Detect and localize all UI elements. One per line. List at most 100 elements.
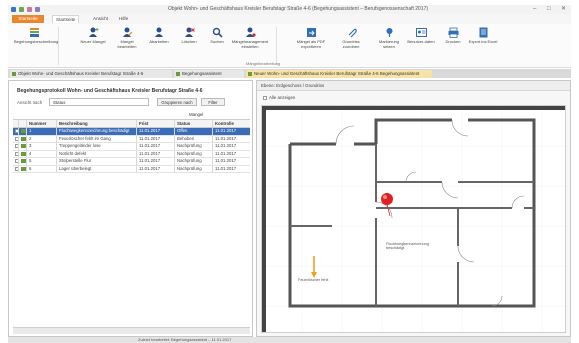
user-data-icon bbox=[415, 28, 427, 37]
tab-ansicht[interactable]: Ansicht bbox=[90, 15, 111, 23]
column-header-beschreibung[interactable]: Beschreibung bbox=[57, 120, 137, 127]
row-status-icon bbox=[19, 143, 27, 150]
checkbox-icon[interactable] bbox=[263, 96, 267, 101]
tab-hilfe[interactable]: Hilfe bbox=[116, 15, 131, 23]
user-data-button[interactable]: Benutzer-daten bbox=[406, 27, 436, 59]
export-pdf-button[interactable]: Mängel als PDF exportieren bbox=[294, 27, 328, 59]
group-by-button[interactable]: Gruppieren nach bbox=[157, 98, 197, 106]
cell-nummer: 4 bbox=[27, 150, 57, 157]
table-row[interactable]: 2 Feuerlöscher fehlt im Gang 11.01.2017 Beh… bbox=[13, 135, 250, 143]
column-header-kontrolle[interactable]: Kontrolle bbox=[213, 120, 250, 127]
minimize-button[interactable]: – bbox=[533, 6, 536, 13]
column-header-status[interactable]: Status bbox=[175, 120, 213, 127]
mangel-list-panel: Begehungsprotokoll Wohn- und Geschäftsha… bbox=[8, 80, 253, 337]
export-icon bbox=[306, 28, 316, 37]
maximize-button[interactable]: □ bbox=[547, 6, 551, 13]
redo-icon[interactable] bbox=[35, 7, 40, 12]
user-add-icon bbox=[88, 27, 98, 37]
table-group-header: Mangel bbox=[189, 112, 204, 117]
cell-frist: 11.01.2017 bbox=[137, 135, 175, 142]
cell-frist: 11.01.2017 bbox=[137, 143, 175, 150]
excel-icon bbox=[479, 27, 487, 38]
title-bar: Objekt Wohn- und Geschäftshaus Kreisler … bbox=[8, 5, 571, 14]
close-button[interactable]: ✕ bbox=[561, 6, 566, 13]
mangel-settings-button[interactable]: Mängelmanagement einstellen bbox=[230, 27, 270, 59]
row-status-icon bbox=[19, 158, 27, 165]
report-icon bbox=[29, 28, 39, 37]
panel-title: Begehungsprotokoll Wohn- und Geschäftsha… bbox=[17, 88, 203, 94]
abarbeiten-button[interactable]: Abarbeiten bbox=[144, 27, 174, 59]
new-mangel-button[interactable]: Neuer Mangel bbox=[78, 27, 108, 59]
document-tabs: Objekt Wohn- und Geschäftshaus Kreisler … bbox=[8, 69, 571, 78]
filter-label: Ansicht nach bbox=[17, 100, 43, 105]
plan-toolbar-text: Ebene: Erdgeschoss / Grundriss bbox=[261, 83, 325, 88]
cell-kontrolle: 11.01.2017 bbox=[215, 128, 237, 133]
status-text: Zuletzt bearbeitet: Begehungsassistent –… bbox=[138, 337, 232, 342]
cell-frist: 11.01.2017 bbox=[137, 158, 175, 165]
column-header-nummer[interactable]: Nummer bbox=[27, 120, 57, 127]
document-icon bbox=[248, 72, 252, 76]
delete-button[interactable]: Löschen bbox=[174, 27, 204, 59]
table-row[interactable]: 5 Stolperstelle Flur 11.01.2017 Nachprüfung… bbox=[13, 158, 250, 166]
row-status-icon bbox=[19, 135, 27, 142]
cell-kontrolle: 11.01.2017 bbox=[215, 135, 237, 141]
ribbon: Begehungsbeschreibung Neuer Mangel Mange… bbox=[8, 24, 571, 68]
user-delete-icon bbox=[184, 27, 195, 37]
table-row[interactable]: 6 Lager überbelegt 11.01.2017 Nachprüfung 11… bbox=[13, 165, 250, 173]
table-row[interactable]: 3 Treppengeländer lose 11.01.2017 Nachprüfu… bbox=[13, 143, 250, 151]
cell-beschreibung: Notlicht defekt bbox=[57, 150, 137, 157]
filter-button[interactable]: Filter bbox=[201, 98, 225, 106]
cell-kontrolle: 11.01.2017 bbox=[215, 150, 237, 156]
document-icon bbox=[176, 72, 180, 76]
cell-frist: 11.01.2017 bbox=[137, 165, 175, 172]
column-header-frist[interactable]: Frist bbox=[137, 120, 175, 127]
cell-status: Nachprüfung bbox=[175, 143, 213, 150]
pin-icon bbox=[386, 28, 392, 37]
marker-label-orange: Feuerlöscher fehlt bbox=[298, 278, 329, 282]
ruler-left bbox=[262, 106, 266, 332]
cell-nummer: 3 bbox=[27, 143, 57, 150]
cell-nummer: 1 bbox=[27, 128, 57, 135]
undo-icon[interactable] bbox=[27, 7, 32, 12]
mangel-table: Mangel Nummer Beschreibung Frist Status … bbox=[13, 111, 250, 173]
user-edit-icon bbox=[122, 27, 132, 37]
export-excel-button[interactable]: Export ins Excel bbox=[468, 27, 498, 59]
doc-tab-active[interactable]: Neuer Wohn- und Geschäftshaus Kreisler B… bbox=[246, 70, 432, 78]
table-header: Nummer Beschreibung Frist Status Kontrol… bbox=[13, 119, 250, 128]
doc-tab-objekt[interactable]: Objekt Wohn- und Geschäftshaus Kreisler … bbox=[10, 70, 172, 78]
door-swings bbox=[335, 119, 525, 307]
cell-frist: 11.01.2017 bbox=[137, 150, 175, 157]
user-settings-icon bbox=[245, 27, 256, 37]
save-icon[interactable] bbox=[19, 7, 24, 12]
panel-footer bbox=[13, 327, 250, 334]
plan-toolbar: Ebene: Erdgeschoss / Grundriss bbox=[257, 81, 570, 91]
begehungsbeschreibung-button[interactable]: Begehungsbeschreibung bbox=[14, 27, 58, 59]
search-icon bbox=[212, 27, 223, 38]
file-menu-button[interactable]: Startseite bbox=[12, 15, 44, 23]
cell-status: Nachprüfung bbox=[175, 150, 213, 157]
print-button[interactable]: Drucken bbox=[438, 27, 468, 59]
set-marker-button[interactable]: Markierung setzen bbox=[374, 27, 404, 59]
attach-icon bbox=[348, 28, 357, 38]
app-icon bbox=[11, 7, 16, 12]
show-all-checkbox[interactable]: Alle anzeigen bbox=[263, 95, 295, 101]
search-button[interactable]: Suchen bbox=[202, 27, 232, 59]
floor-plan-panel: Ebene: Erdgeschoss / Grundriss Alle anze… bbox=[256, 80, 571, 337]
floor-plan-canvas[interactable]: Fluchtwegkennzeichnung beschädigt Feuerl… bbox=[261, 105, 566, 333]
marker-label-red: Fluchtwegkennzeichnung beschädigt bbox=[386, 242, 429, 251]
cell-kontrolle: 11.01.2017 bbox=[215, 143, 237, 148]
filter-select[interactable]: Status bbox=[49, 98, 149, 106]
cell-nummer: 5 bbox=[27, 158, 57, 165]
tab-startseite[interactable]: Startseite bbox=[52, 15, 80, 23]
cell-beschreibung: Treppengeländer lose bbox=[57, 143, 137, 150]
table-row[interactable]: 1 Fluchtwegkennzeichnung beschädigt 11.01.… bbox=[13, 128, 250, 136]
document-icon bbox=[12, 72, 16, 76]
assign-plan-button[interactable]: Grundriss zuordnen bbox=[334, 27, 368, 59]
doc-tab-begehung[interactable]: Begehungsassistent bbox=[174, 70, 244, 78]
edit-mangel-button[interactable]: Mangel bearbeiten bbox=[112, 27, 142, 59]
cell-kontrolle: 11.01.2017 bbox=[215, 158, 237, 163]
defect-marker-orange[interactable] bbox=[311, 256, 317, 278]
table-row[interactable]: 4 Notlicht defekt 11.01.2017 Nachprüfung 11.… bbox=[13, 150, 250, 158]
print-icon bbox=[448, 27, 458, 38]
cell-beschreibung: Feuerlöscher fehlt im Gang bbox=[57, 135, 137, 142]
